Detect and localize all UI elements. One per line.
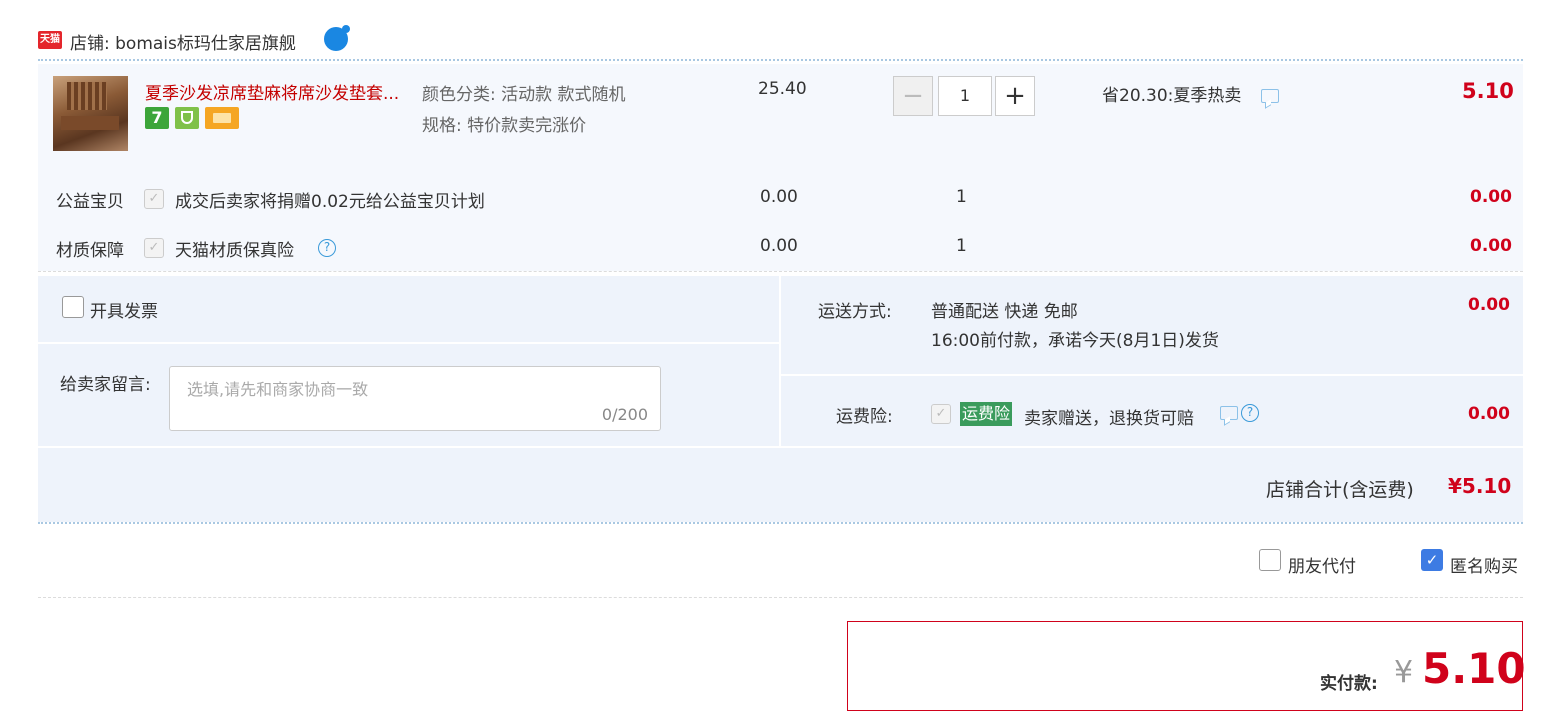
divider [38,597,1523,598]
anonymous-checkbox[interactable]: ✓ [1421,549,1443,571]
charity-qty: 1 [956,187,967,207]
anonymous-label: 匿名购买 [1450,557,1518,577]
quantity-input[interactable]: 1 [938,76,992,116]
sku-spec: 规格: 特价款卖完涨价 [422,116,587,136]
divider [38,342,779,344]
shop-total-amount: ¥5.10 [1448,474,1512,498]
insurance-checkbox[interactable]: ✓ [931,404,951,424]
product-thumbnail[interactable] [53,76,128,151]
insurance-label: 运费险: [836,407,893,427]
tmall-logo-icon: 天猫 [38,31,62,49]
watermark-logo [1405,620,1555,690]
charity-checkbox[interactable]: ✓ [144,189,164,209]
shipping-method[interactable]: 普通配送 快递 免邮 [931,297,1078,322]
shop-name-link[interactable]: 店铺: bomais标玛仕家居旗舰 [70,29,296,54]
help-question-icon[interactable]: ? [318,239,336,257]
quantity-plus-button[interactable]: + [995,76,1035,116]
friend-pay-label: 朋友代付 [1288,557,1356,577]
product-title-link[interactable]: 夏季沙发凉席垫麻将席沙发垫套... [145,79,415,104]
seven-day-return-icon: 7 [145,107,169,129]
shipping-cost: 0.00 [1468,295,1510,315]
comment-icon[interactable] [1261,89,1279,103]
guarantee-shield-icon [175,107,199,129]
payment-label: 实付款: [1320,674,1378,694]
charity-desc: 成交后卖家将捐赠0.02元给公益宝贝计划 [175,192,485,212]
message-placeholder: 选填,请先和商家协商一致 [187,380,369,399]
charity-label: 公益宝贝 [56,192,124,212]
shop-total-label: 店铺合计(含运费) [1266,479,1414,501]
comment-icon[interactable] [1220,406,1238,420]
shipping-label: 运送方式: [818,302,892,322]
message-counter: 0/200 [601,405,648,424]
invoice-label: 开具发票 [90,302,158,322]
material-total: 0.00 [1470,236,1512,256]
divider [38,522,1523,524]
credit-card-icon [205,107,239,129]
divider [781,374,1523,376]
quantity-minus-button[interactable]: − [893,76,933,116]
charity-total: 0.00 [1470,187,1512,207]
insurance-tag: 运费险 [960,402,1013,426]
invoice-checkbox[interactable] [62,296,84,318]
seller-message-input[interactable]: 选填,请先和商家协商一致 0/200 [169,366,661,431]
divider [38,59,1523,61]
unit-price: 25.40 [758,79,807,99]
material-qty: 1 [956,236,967,256]
material-price: 0.00 [760,236,798,256]
insurance-desc: 卖家赠送，退换货可赔 [1024,409,1194,429]
material-label: 材质保障 [56,241,124,261]
material-desc: 天猫材质保真险 [175,241,294,261]
help-question-icon[interactable]: ? [1241,404,1259,422]
divider [38,271,1523,272]
charity-price: 0.00 [760,187,798,207]
sku-color: 颜色分类: 活动款 款式随机 [422,85,626,105]
insurance-cost: 0.00 [1468,404,1510,424]
promo-text: 省20.30:夏季热卖 [1102,86,1242,106]
wangwang-chat-icon[interactable] [324,25,350,51]
item-subtotal: 5.10 [1462,79,1514,103]
shipping-promise: 16:00前付款，承诺今天(8月1日)发货 [931,331,1219,351]
friend-pay-checkbox[interactable] [1259,549,1281,571]
material-checkbox[interactable]: ✓ [144,238,164,258]
message-label: 给卖家留言: [60,375,151,395]
